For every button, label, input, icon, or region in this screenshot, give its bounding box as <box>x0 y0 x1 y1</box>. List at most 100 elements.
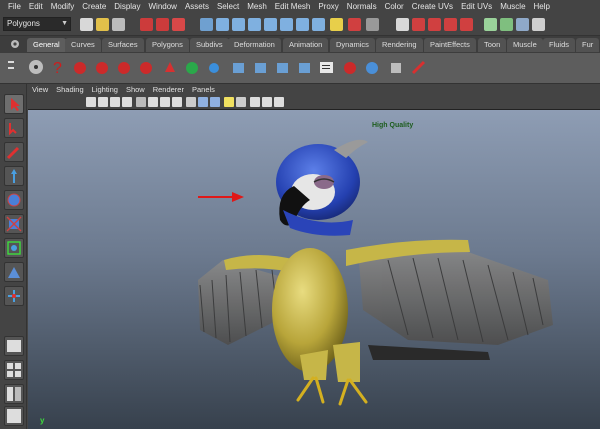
tab-painteffects[interactable]: PaintEffects <box>424 38 476 52</box>
scale-tool-icon[interactable] <box>4 214 24 234</box>
tab-subdivs[interactable]: Subdivs <box>190 38 229 52</box>
render-settings-icon[interactable] <box>428 18 441 31</box>
menu-create-uvs[interactable]: Create UVs <box>408 0 457 14</box>
channel-box-icon[interactable] <box>516 18 529 31</box>
freeze-transform-icon[interactable] <box>116 58 133 77</box>
center-pivot-icon[interactable] <box>138 58 155 77</box>
snap-curve-icon[interactable] <box>232 18 245 31</box>
panel-menu-lighting[interactable]: Lighting <box>88 85 122 94</box>
tab-toon[interactable]: Toon <box>478 38 507 52</box>
lights-icon[interactable] <box>224 97 234 107</box>
save-scene-icon[interactable] <box>112 18 125 31</box>
textured-icon[interactable] <box>210 97 220 107</box>
construction-history-icon[interactable] <box>312 18 325 31</box>
smooth-bind-icon[interactable] <box>252 58 269 77</box>
tab-deformation[interactable]: Deformation <box>228 38 281 52</box>
menu-muscle[interactable]: Muscle <box>496 0 529 14</box>
lock-icon[interactable] <box>330 18 343 31</box>
output-ops-icon[interactable] <box>366 18 379 31</box>
joint-tool-icon[interactable] <box>206 58 223 77</box>
magnet-icon[interactable] <box>162 58 179 77</box>
safe-action-icon[interactable] <box>172 97 182 107</box>
snap-surface-icon[interactable] <box>280 18 293 31</box>
menu-modify[interactable]: Modify <box>47 0 79 14</box>
ik-handle-icon[interactable] <box>184 58 201 77</box>
hypershade-icon[interactable] <box>444 18 457 31</box>
panel-menu-view[interactable]: View <box>28 85 52 94</box>
tab-general[interactable]: General <box>27 38 66 52</box>
tab-fur[interactable]: Fur <box>576 38 600 52</box>
menu-edit[interactable]: Edit <box>25 0 47 14</box>
select-hierarchy-icon[interactable] <box>140 18 153 31</box>
tool-settings-icon[interactable] <box>500 18 513 31</box>
select-tool-icon[interactable] <box>4 94 24 114</box>
open-scene-icon[interactable] <box>96 18 109 31</box>
tab-curves[interactable]: Curves <box>65 38 101 52</box>
move-tool-icon[interactable] <box>4 166 24 186</box>
script-editor-icon[interactable] <box>318 58 335 77</box>
menu-assets[interactable]: Assets <box>181 0 213 14</box>
tab-dynamics[interactable]: Dynamics <box>330 38 375 52</box>
paint-weights-icon[interactable] <box>296 58 313 77</box>
four-view-layout-icon[interactable] <box>4 360 24 380</box>
camera-select-icon[interactable] <box>86 97 96 107</box>
panel-menu-renderer[interactable]: Renderer <box>149 85 188 94</box>
menu-color[interactable]: Color <box>381 0 408 14</box>
select-component-icon[interactable] <box>172 18 185 31</box>
tab-surfaces[interactable]: Surfaces <box>102 38 144 52</box>
tab-polygons[interactable]: Polygons <box>146 38 189 52</box>
input-ops-icon[interactable] <box>348 18 361 31</box>
sphere-icon[interactable] <box>364 58 381 77</box>
manipulator-tool-icon[interactable] <box>4 238 24 258</box>
layer-editor-icon[interactable] <box>532 18 545 31</box>
history-icon[interactable] <box>296 18 309 31</box>
paint-select-tool-icon[interactable] <box>4 142 24 162</box>
resolution-gate-icon[interactable] <box>160 97 170 107</box>
select-object-icon[interactable] <box>156 18 169 31</box>
wireframe-icon[interactable] <box>186 97 196 107</box>
menu-edit-uvs[interactable]: Edit UVs <box>457 0 496 14</box>
snap-point-icon[interactable] <box>248 18 261 31</box>
rigid-bind-icon[interactable] <box>274 58 291 77</box>
panel-menu-show[interactable]: Show <box>122 85 149 94</box>
attribute-editor-icon[interactable] <box>484 18 497 31</box>
menu-proxy[interactable]: Proxy <box>314 0 342 14</box>
render-globals-icon[interactable] <box>460 18 473 31</box>
show-manipulator-icon[interactable] <box>4 286 24 306</box>
menu-normals[interactable]: Normals <box>343 0 381 14</box>
delete-history-icon[interactable] <box>94 58 111 77</box>
reel-icon[interactable] <box>28 58 45 77</box>
camera-attr-icon[interactable] <box>98 97 108 107</box>
menu-file[interactable]: File <box>4 0 25 14</box>
brush-icon[interactable] <box>410 58 427 77</box>
menu-mesh[interactable]: Mesh <box>243 0 271 14</box>
menu-edit-mesh[interactable]: Edit Mesh <box>271 0 315 14</box>
snap-grid-icon[interactable] <box>216 18 229 31</box>
smooth-shade-icon[interactable] <box>198 97 208 107</box>
menu-window[interactable]: Window <box>145 0 181 14</box>
highlight-icon[interactable] <box>274 97 284 107</box>
two-view-layout-icon[interactable] <box>4 384 24 404</box>
bind-skin-icon[interactable] <box>230 58 247 77</box>
panel-menu-shading[interactable]: Shading <box>52 85 88 94</box>
menu-display[interactable]: Display <box>110 0 144 14</box>
tab-animation[interactable]: Animation <box>283 38 329 52</box>
history-off-icon[interactable] <box>72 58 89 77</box>
new-scene-icon[interactable] <box>80 18 93 31</box>
snap-plane-icon[interactable] <box>264 18 277 31</box>
gear-icon[interactable] <box>9 38 21 50</box>
xray-icon[interactable] <box>250 97 260 107</box>
image-plane-icon[interactable] <box>122 97 132 107</box>
rotate-tool-icon[interactable] <box>4 190 24 210</box>
grid-icon[interactable] <box>136 97 146 107</box>
help-icon[interactable]: ? <box>50 58 67 77</box>
tab-fluids[interactable]: Fluids <box>543 38 576 52</box>
shelf-menu-icon[interactable] <box>6 58 16 77</box>
menu-set-dropdown[interactable]: Polygons ▼ <box>3 17 71 31</box>
isolate-icon[interactable] <box>262 97 272 107</box>
pick-mask-icon[interactable] <box>200 18 213 31</box>
render-current-icon[interactable] <box>396 18 409 31</box>
ipr-render-icon[interactable] <box>412 18 425 31</box>
panel-menu-panels[interactable]: Panels <box>188 85 219 94</box>
bookmark-icon[interactable] <box>110 97 120 107</box>
